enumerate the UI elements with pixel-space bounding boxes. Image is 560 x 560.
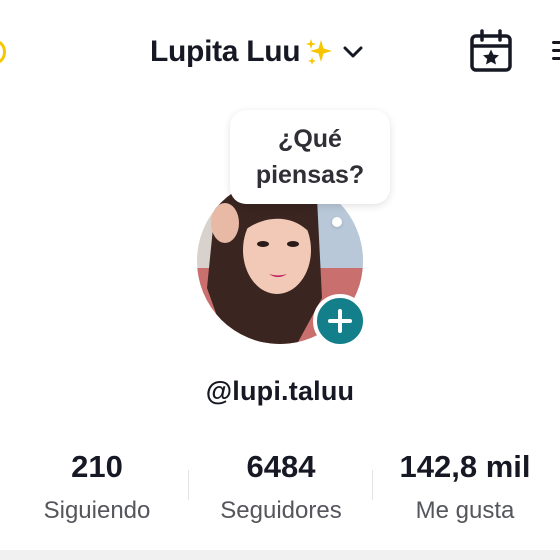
note-bubble[interactable]: ¿Qué piensas? [230,110,390,204]
action-buttons-edge [0,550,560,560]
add-story-button[interactable] [313,294,367,348]
stat-divider [372,470,373,500]
coin-icon[interactable] [0,40,6,64]
stat-label: Seguidores [220,497,342,524]
bubble-tail [332,217,342,227]
note-line-1: ¿Qué [278,125,342,153]
username: @lupi.taluu [205,376,355,406]
stat-value: 142,8 mil [399,449,531,484]
stat-followers[interactable]: 6484 Seguidores [191,446,371,526]
profile-name: Lupita Luu [150,35,301,68]
plus-icon [328,309,352,333]
stat-likes[interactable]: 142,8 mil Me gusta [375,446,555,526]
stat-label: Siguiendo [43,497,151,524]
account-switcher[interactable]: Lupita Luu [150,30,366,74]
chevron-down-icon[interactable] [340,39,366,65]
note-line-2: piensas? [255,161,365,189]
calendar-star-icon[interactable] [468,28,514,74]
stat-value: 210 [71,449,123,484]
profile-header: Lupita Luu [0,0,560,100]
stat-following[interactable]: 210 Siguiendo [7,446,187,526]
menu-icon[interactable] [552,36,560,68]
sparkles-icon [304,37,334,67]
profile-stats: 210 Siguiendo 6484 Seguidores 142,8 mil … [0,446,560,536]
stat-divider [188,470,189,500]
stat-value: 6484 [246,449,316,484]
stat-label: Me gusta [415,497,515,524]
